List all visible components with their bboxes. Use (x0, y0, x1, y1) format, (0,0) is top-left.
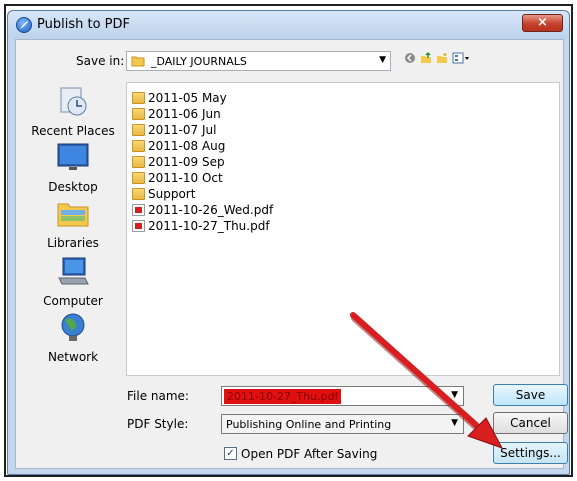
file-name-field[interactable]: 2011-10-27_Thu.pdf ▼ (221, 386, 464, 406)
libraries-icon (55, 196, 91, 230)
list-item[interactable]: 2011-06 Jun (132, 106, 221, 122)
close-button[interactable]: × (522, 14, 563, 32)
pdf-app-icon (16, 17, 32, 33)
desktop-icon (55, 140, 91, 174)
pdf-file-icon (132, 204, 145, 216)
list-item[interactable]: 2011-09 Sep (132, 154, 225, 170)
chevron-down-icon[interactable]: ▼ (451, 418, 458, 428)
list-item[interactable]: 2011-08 Aug (132, 138, 225, 154)
file-list[interactable]: 2011-05 May 2011-06 Jun 2011-07 Jul 2011… (126, 82, 560, 376)
back-icon[interactable] (404, 52, 416, 68)
save-in-value: _DAILY JOURNALS (151, 55, 247, 68)
folder-icon (132, 172, 145, 184)
place-label: Libraries (47, 236, 99, 250)
place-label: Computer (43, 294, 103, 308)
dialog-client-area: Save in: _DAILY JOURNALS ▼ Recent Places (15, 39, 568, 469)
folder-icon (132, 92, 145, 104)
places-bar: Recent Places Desktop Libraries Computer (26, 84, 120, 384)
place-label: Network (47, 350, 99, 364)
views-menu-icon[interactable] (452, 52, 470, 68)
list-item[interactable]: Support (132, 186, 195, 202)
folder-icon (131, 55, 145, 70)
up-folder-icon[interactable] (420, 52, 432, 68)
folder-icon (132, 156, 145, 168)
save-button[interactable]: Save (493, 384, 568, 406)
title-bar: Publish to PDF × (8, 11, 569, 39)
list-item[interactable]: 2011-10 Oct (132, 170, 223, 186)
list-item[interactable]: 2011-10-27_Thu.pdf (132, 218, 270, 234)
list-item[interactable]: 2011-10-26_Wed.pdf (132, 202, 273, 218)
chevron-down-icon[interactable]: ▼ (451, 390, 458, 400)
save-in-combo[interactable]: _DAILY JOURNALS ▼ (126, 51, 391, 71)
list-item[interactable]: 2011-07 Jul (132, 122, 216, 138)
window-title: Publish to PDF (37, 17, 130, 32)
place-libraries[interactable]: Libraries (26, 196, 120, 250)
folder-icon (132, 124, 145, 136)
open-after-saving-label: Open PDF After Saving (241, 447, 378, 461)
file-name-value: 2011-10-27_Thu.pdf (224, 389, 342, 404)
pdf-style-value: Publishing Online and Printing (226, 418, 392, 431)
place-label: Desktop (48, 180, 98, 194)
pdf-style-select[interactable]: Publishing Online and Printing ▼ (221, 414, 464, 434)
place-computer[interactable]: Computer (26, 254, 120, 308)
place-recent-places[interactable]: Recent Places (26, 84, 120, 138)
pdf-file-icon (132, 220, 145, 232)
settings-button[interactable]: Settings... (493, 442, 568, 464)
folder-icon (132, 108, 145, 120)
cancel-button[interactable]: Cancel (493, 412, 568, 434)
new-folder-icon[interactable] (436, 52, 448, 68)
place-desktop[interactable]: Desktop (26, 140, 120, 194)
recent-places-icon (55, 84, 91, 118)
place-label: Recent Places (31, 124, 115, 138)
chevron-down-icon: ▼ (379, 55, 386, 65)
folder-icon (132, 140, 145, 152)
open-after-saving-checkbox[interactable]: ✓ (224, 447, 237, 460)
folder-icon (132, 188, 145, 200)
publish-to-pdf-dialog: Publish to PDF × Save in: _DAILY JOURNAL… (7, 10, 570, 475)
computer-icon (55, 254, 91, 288)
file-name-label: File name: (127, 389, 189, 403)
list-item[interactable]: 2011-05 May (132, 90, 227, 106)
pdf-style-label: PDF Style: (127, 417, 189, 431)
save-in-label: Save in: (76, 54, 125, 68)
network-icon (55, 310, 91, 344)
place-network[interactable]: Network (26, 310, 120, 364)
